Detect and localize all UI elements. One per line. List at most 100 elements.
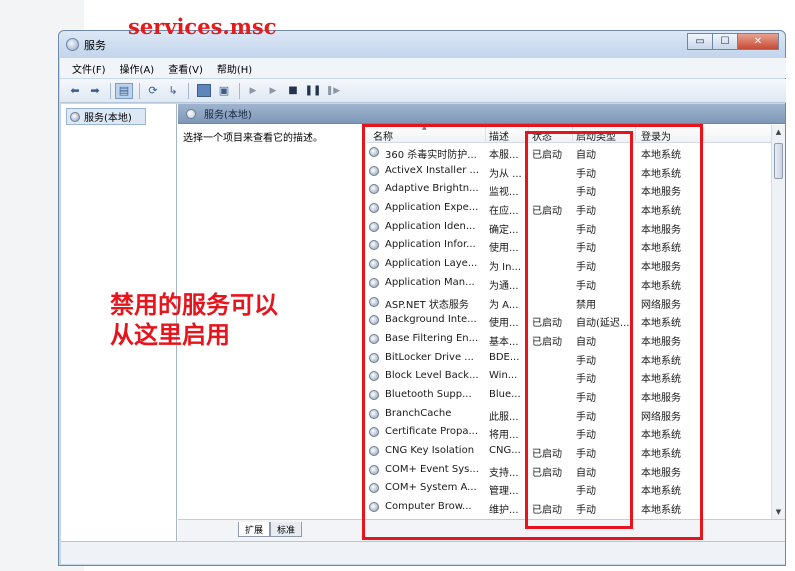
service-logon: 本地系统 bbox=[641, 430, 681, 442]
start-service-alt-icon[interactable]: ▶ bbox=[264, 83, 282, 99]
service-name: Application Expe... bbox=[385, 202, 479, 214]
scroll-down-arrow-icon[interactable]: ▼ bbox=[772, 505, 785, 519]
service-logon: 本地服务 bbox=[641, 467, 681, 479]
console-tree-icon[interactable]: ▤ bbox=[115, 82, 133, 99]
service-name: Application Laye... bbox=[385, 258, 478, 270]
service-row[interactable]: BitLocker Drive ... BDE... 手动 本地系统 bbox=[367, 349, 771, 368]
service-name: Computer Brow... bbox=[385, 501, 472, 513]
column-separator[interactable] bbox=[572, 127, 573, 141]
column-separator[interactable] bbox=[528, 127, 529, 141]
service-row[interactable]: CNG Key Isolation CNG... 已启动 手动 本地系统 bbox=[367, 442, 771, 461]
column-separator[interactable] bbox=[703, 127, 704, 141]
service-logon: 本地系统 bbox=[641, 449, 681, 460]
column-header-description[interactable]: 描述 bbox=[489, 128, 509, 143]
service-row[interactable]: Adaptive Brightn... 监视... 手动 本地服务 bbox=[367, 180, 771, 199]
annotation-line-1: 禁用的服务可以 bbox=[110, 291, 278, 319]
service-row[interactable]: Certificate Propa... 将用... 手动 本地系统 bbox=[367, 423, 771, 442]
pause-service-icon[interactable]: ❚❚ bbox=[304, 83, 322, 99]
service-row[interactable]: BranchCache 此服... 手动 网络服务 bbox=[367, 405, 771, 424]
service-startup: 手动 bbox=[576, 505, 596, 517]
back-arrow-icon[interactable]: ⬅ bbox=[66, 83, 84, 99]
service-logon: 本地系统 bbox=[641, 206, 681, 218]
vertical-scrollbar[interactable]: ▲ ▼ bbox=[771, 125, 785, 519]
close-button[interactable]: ✕ bbox=[737, 33, 779, 50]
service-desc: 为 In... bbox=[489, 262, 522, 274]
service-gear-icon bbox=[369, 408, 379, 419]
service-name: ActiveX Installer ... bbox=[385, 164, 480, 176]
menu-action[interactable]: 操作(A) bbox=[120, 61, 155, 76]
forward-arrow-icon[interactable]: ➡ bbox=[86, 83, 104, 99]
service-row[interactable]: Application Man... 为通... 手动 本地系统 bbox=[367, 274, 771, 293]
service-row[interactable]: 360 杀毒实时防护... 本服... 已启动 自动 本地系统 bbox=[367, 143, 771, 162]
sort-arrow-icon: ▲ bbox=[422, 124, 427, 131]
service-name: CNG Key Isolation bbox=[385, 445, 475, 456]
minimize-button[interactable]: ▭ bbox=[687, 33, 713, 50]
service-row[interactable]: Application Infor... 使用... 手动 本地系统 bbox=[367, 236, 771, 255]
service-logon: 本地系统 bbox=[641, 505, 681, 517]
service-row[interactable]: Block Level Back... Win... 手动 本地系统 bbox=[367, 367, 771, 386]
service-row[interactable]: ActiveX Installer ... 为从 ... 手动 本地系统 bbox=[367, 162, 771, 181]
service-row[interactable]: Background Inte... 使用... 已启动 自动(延迟... 本地系统 bbox=[367, 311, 771, 330]
toolbar-separator bbox=[139, 82, 140, 99]
service-desc: 在应... bbox=[489, 206, 519, 218]
service-row[interactable]: Application Laye... 为 In... 手动 本地服务 bbox=[367, 255, 771, 274]
service-row[interactable]: Computer Brow... 维护... 已启动 手动 本地系统 bbox=[367, 498, 771, 517]
column-header-log-on-as[interactable]: 登录为 bbox=[641, 128, 671, 143]
scroll-thumb[interactable] bbox=[774, 143, 783, 179]
column-separator[interactable] bbox=[485, 127, 486, 141]
service-logon: 本地系统 bbox=[641, 243, 681, 255]
refresh-icon[interactable]: ⟳ bbox=[144, 83, 162, 99]
service-gear-icon bbox=[369, 352, 379, 363]
service-status: 已启动 bbox=[532, 206, 562, 218]
pane-header: 服务(本地) bbox=[178, 104, 785, 124]
service-row[interactable]: ASP.NET 状态服务 为 A... 禁用 网络服务 bbox=[367, 293, 771, 312]
column-header-startup-type[interactable]: 启动类型 bbox=[576, 128, 616, 143]
menu-file[interactable]: 文件(F) bbox=[72, 61, 106, 76]
tab-extended[interactable]: 扩展 bbox=[238, 522, 271, 537]
service-gear-icon bbox=[369, 147, 379, 157]
column-header-status[interactable]: 状态 bbox=[532, 128, 552, 143]
service-gear-icon bbox=[369, 240, 379, 251]
service-desc: 为从 ... bbox=[489, 168, 522, 180]
service-name: Certificate Propa... bbox=[385, 426, 478, 438]
scroll-up-arrow-icon[interactable]: ▲ bbox=[772, 125, 785, 139]
service-startup: 手动 bbox=[576, 392, 596, 404]
tree-item-services-local[interactable]: 服务(本地) bbox=[66, 108, 146, 125]
service-row[interactable]: COM+ System A... 管理... 手动 本地系统 bbox=[367, 479, 771, 498]
service-name: BranchCache bbox=[385, 407, 452, 419]
column-header-name[interactable]: 名称 bbox=[373, 128, 393, 143]
toolbar: ⬅ ➡ ▤ ⟳ ↳ ▣ ▶ ▶ ■ ❚❚ ❚▶ bbox=[60, 79, 786, 103]
service-name: Application Infor... bbox=[385, 239, 476, 251]
service-desc: 维护... bbox=[489, 505, 519, 517]
help-icon[interactable] bbox=[197, 84, 211, 97]
stop-service-icon[interactable]: ■ bbox=[284, 83, 302, 99]
service-name: ASP.NET 状态服务 bbox=[385, 299, 469, 311]
tab-standard[interactable]: 标准 bbox=[270, 522, 303, 537]
export-list-icon[interactable]: ↳ bbox=[164, 83, 182, 99]
service-startup: 手动 bbox=[576, 280, 596, 292]
start-service-icon[interactable]: ▶ bbox=[244, 83, 262, 99]
service-logon: 本地系统 bbox=[641, 318, 681, 330]
service-row[interactable]: Application Iden... 确定... 手动 本地服务 bbox=[367, 218, 771, 237]
service-gear-icon bbox=[369, 502, 379, 513]
service-row[interactable]: Application Expe... 在应... 已启动 手动 本地系统 bbox=[367, 199, 771, 218]
maximize-button[interactable]: ☐ bbox=[712, 33, 738, 50]
service-startup: 禁用 bbox=[576, 299, 596, 311]
column-separator[interactable] bbox=[635, 127, 636, 141]
service-row[interactable]: Base Filtering En... 基本... 已启动 自动 本地服务 bbox=[367, 330, 771, 349]
service-row[interactable]: Bluetooth Supp... Blue... 手动 本地服务 bbox=[367, 386, 771, 405]
service-name: Base Filtering En... bbox=[385, 332, 479, 344]
service-startup: 手动 bbox=[576, 187, 596, 199]
service-logon: 本地服务 bbox=[641, 392, 681, 404]
menu-help[interactable]: 帮助(H) bbox=[217, 61, 252, 76]
menu-view[interactable]: 查看(V) bbox=[168, 61, 203, 76]
service-gear-icon bbox=[369, 184, 379, 195]
service-desc: 使用... bbox=[489, 318, 519, 330]
service-row[interactable]: COM+ Event Sys... 支持... 已启动 自动 本地服务 bbox=[367, 461, 771, 480]
properties-icon[interactable]: ▣ bbox=[215, 83, 233, 99]
restart-service-icon[interactable]: ❚▶ bbox=[324, 83, 342, 99]
service-logon: 本地系统 bbox=[641, 150, 681, 161]
status-bar bbox=[61, 541, 785, 564]
service-logon: 本地服务 bbox=[641, 187, 681, 199]
page: 服务 ▭ ☐ ✕ 文件(F) 操作(A) 查看(V) 帮助(H) ⬅ ➡ ▤ ⟳… bbox=[0, 0, 795, 571]
